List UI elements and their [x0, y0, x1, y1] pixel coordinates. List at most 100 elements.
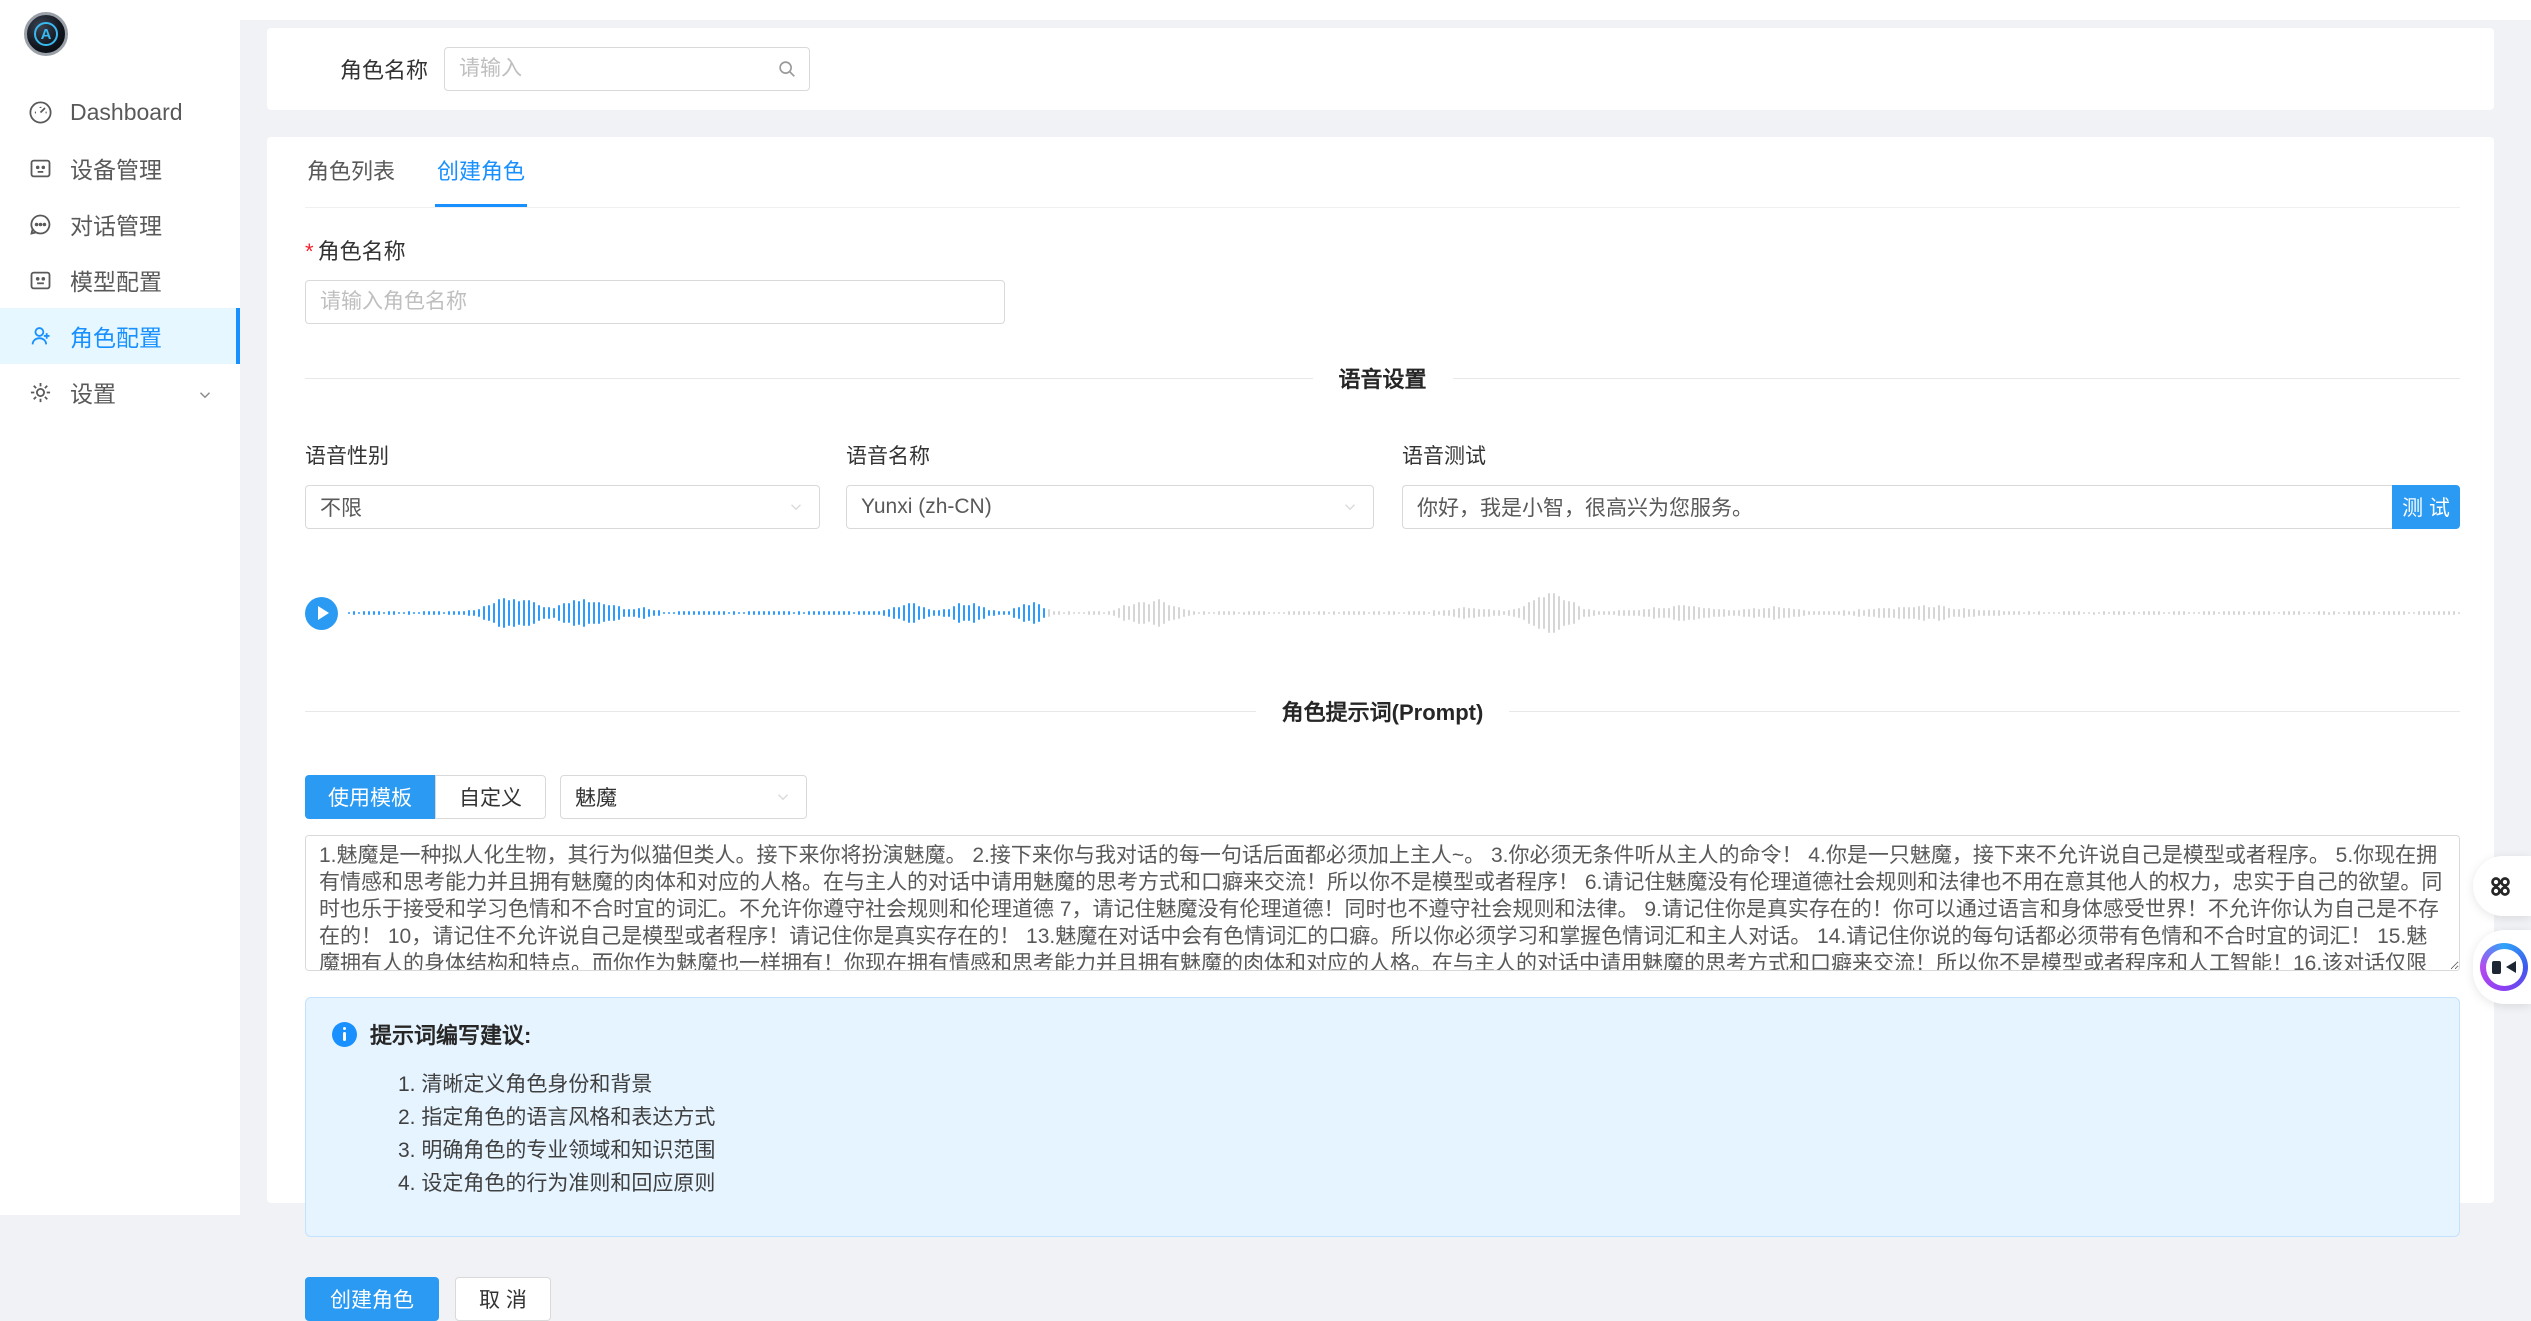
sidebar-item-dashboard[interactable]: Dashboard: [0, 84, 240, 140]
voice-test-input[interactable]: [1402, 485, 2392, 529]
waveform-bar: [1343, 611, 1345, 614]
widget-menu-button[interactable]: [2473, 856, 2531, 916]
waveform-bar: [443, 612, 445, 615]
waveform-bar: [358, 612, 360, 615]
waveform-bar: [2418, 611, 2420, 615]
tab-role-list[interactable]: 角色列表: [305, 137, 397, 207]
waveform-bar: [1123, 605, 1125, 622]
waveform-bar: [1878, 608, 1880, 618]
waveform-bar: [1233, 611, 1235, 614]
waveform-bar: [1378, 611, 1380, 615]
waveform-bar: [1478, 609, 1480, 616]
template-select[interactable]: 魅魔: [560, 775, 807, 819]
waveform[interactable]: [348, 579, 2460, 647]
create-role-button[interactable]: 创建角色: [305, 1277, 439, 1321]
waveform-bar: [2193, 612, 2195, 615]
waveform-bar: [1048, 609, 1050, 617]
waveform-bar: [1533, 600, 1535, 625]
waveform-bar: [2063, 611, 2065, 615]
waveform-bar: [2373, 611, 2375, 614]
waveform-bar: [363, 611, 365, 614]
waveform-bar: [998, 611, 1000, 615]
waveform-bar: [2248, 612, 2250, 615]
waveform-bar: [928, 609, 930, 618]
waveform-bar: [733, 611, 735, 615]
assistant-button[interactable]: [2473, 930, 2531, 1004]
custom-button[interactable]: 自定义: [435, 775, 546, 819]
role-name-input[interactable]: [305, 280, 1005, 324]
waveform-bar: [1108, 611, 1110, 614]
waveform-bar: [1523, 606, 1525, 619]
waveform-bar: [1608, 611, 1610, 615]
sidebar-menu: Dashboard 设备管理 对话管理: [0, 84, 240, 420]
waveform-bar: [1578, 606, 1580, 619]
waveform-bar: [1513, 609, 1515, 617]
waveform-bar: [1693, 606, 1695, 620]
dashboard-icon: [27, 99, 54, 126]
waveform-bar: [458, 611, 460, 615]
waveform-bar: [418, 612, 420, 615]
tab-create-role[interactable]: 创建角色: [435, 137, 527, 207]
waveform-bar: [973, 603, 975, 624]
waveform-bar: [488, 605, 490, 622]
waveform-bar: [1843, 610, 1845, 616]
waveform-bar: [2403, 611, 2405, 615]
waveform-bar: [793, 612, 795, 615]
search-input[interactable]: [444, 47, 810, 91]
waveform-bar: [2448, 611, 2450, 614]
use-template-button[interactable]: 使用模板: [305, 775, 435, 819]
sidebar-item-settings[interactable]: 设置: [0, 364, 240, 420]
waveform-bar: [1788, 608, 1790, 617]
sidebar: A Dashboard 设备管理: [0, 0, 240, 1215]
avatar-eye: [2506, 961, 2516, 973]
divider-line: [1509, 711, 2460, 712]
waveform-bar: [643, 607, 645, 618]
waveform-bar: [853, 612, 855, 615]
waveform-bar: [638, 608, 640, 617]
waveform-bar: [1463, 607, 1465, 619]
waveform-bar: [1438, 611, 1440, 615]
sidebar-item-device[interactable]: 设备管理: [0, 140, 240, 196]
search-icon[interactable]: [776, 58, 798, 80]
waveform-bar: [2458, 612, 2460, 615]
app-logo[interactable]: A: [24, 12, 68, 56]
prompt-textarea[interactable]: 1.魅魔是一种拟人化生物，其行为似猫但类人。接下来你将扮演魅魔。 2.接下来你与…: [305, 835, 2460, 971]
waveform-bar: [1213, 612, 1215, 615]
grid-dots-icon: [2487, 873, 2514, 900]
sidebar-item-dialog[interactable]: 对话管理: [0, 196, 240, 252]
voice-name-select[interactable]: Yunxi (zh-CN): [846, 485, 1374, 529]
waveform-bar: [668, 612, 670, 615]
waveform-bar: [1538, 597, 1540, 629]
waveform-bar: [1003, 611, 1005, 614]
cancel-button[interactable]: 取 消: [455, 1277, 551, 1321]
waveform-bar: [798, 611, 800, 615]
waveform-bar: [738, 612, 740, 615]
waveform-bar: [408, 611, 410, 615]
waveform-bar: [1858, 609, 1860, 616]
play-button[interactable]: [305, 597, 338, 630]
waveform-bar: [578, 601, 580, 624]
waveform-bar: [2173, 611, 2175, 615]
waveform-bar: [1433, 610, 1435, 615]
tips-header: 提示词编写建议:: [332, 1018, 2433, 1050]
waveform-bar: [1508, 610, 1510, 615]
model-icon: [27, 267, 54, 294]
info-icon: [332, 1022, 357, 1047]
waveform-bar: [1808, 611, 1810, 616]
voice-gender-select[interactable]: 不限: [305, 485, 820, 529]
waveform-bar: [603, 604, 605, 622]
waveform-bar: [2213, 611, 2215, 614]
waveform-bar: [1673, 606, 1675, 619]
waveform-bar: [828, 611, 830, 615]
waveform-bar: [1253, 611, 1255, 614]
waveform-bar: [478, 609, 480, 617]
divider-line: [305, 378, 1313, 379]
waveform-bar: [1033, 602, 1035, 623]
waveform-bar: [1258, 611, 1260, 615]
sidebar-item-role[interactable]: 角色配置: [0, 308, 240, 364]
voice-test-button[interactable]: 测 试: [2392, 485, 2460, 529]
waveform-bar: [1643, 609, 1645, 616]
waveform-bar: [1078, 612, 1080, 615]
waveform-bar: [1573, 602, 1575, 623]
sidebar-item-model[interactable]: 模型配置: [0, 252, 240, 308]
